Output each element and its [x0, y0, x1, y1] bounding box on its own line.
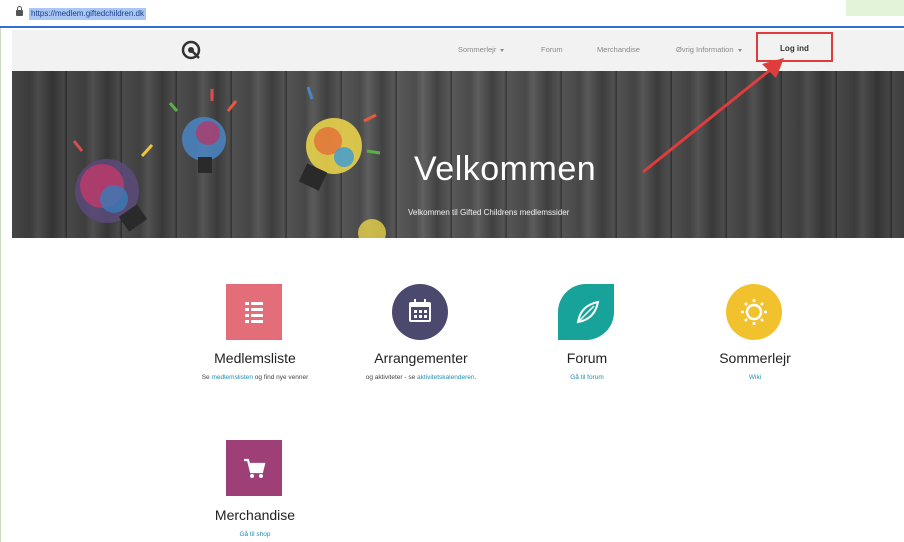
- forum-link[interactable]: Gå til forum: [570, 374, 604, 381]
- window-edge: [0, 0, 1, 542]
- desc-text: Se: [201, 374, 212, 381]
- aktivitetskalenderen-link[interactable]: aktivitetskalenderen: [417, 374, 474, 381]
- lightbulb-icon: [298, 86, 381, 191]
- tile-title: Forum: [566, 350, 608, 366]
- tile-sommerlejr[interactable]: Sommerlejr Wiki: [680, 284, 830, 384]
- tile-desc: Gå til shop: [180, 531, 330, 538]
- desc-text: og aktiviteter - se: [365, 374, 418, 381]
- lightbulb-icon: [72, 140, 154, 232]
- chevron-down-icon: [500, 48, 505, 52]
- lightbulb-icon: [168, 89, 238, 173]
- shop-link[interactable]: Gå til shop: [239, 531, 270, 538]
- tile-title: Merchandise: [214, 507, 296, 523]
- tile-forum[interactable]: Forum Gå til forum: [512, 284, 662, 384]
- desc-text: .: [474, 374, 477, 381]
- tile-title: Medlemsliste: [214, 350, 296, 366]
- address-bar[interactable]: https://medlem.giftedchildren.dk: [0, 0, 904, 28]
- tile-merchandise[interactable]: Merchandise Gå til shop: [180, 440, 330, 540]
- wiki-link[interactable]: Wiki: [749, 374, 761, 381]
- list-icon-box[interactable]: [226, 284, 282, 340]
- desc-text: og find nye venner: [253, 374, 309, 381]
- toolbar-area: [846, 0, 904, 16]
- leaf-icon-box[interactable]: [558, 284, 614, 340]
- hero-title: Velkommen: [414, 150, 597, 188]
- medlemslisten-link[interactable]: medlemslisten: [211, 374, 253, 381]
- cart-icon: [244, 458, 266, 478]
- nav-forum[interactable]: Forum: [541, 45, 563, 54]
- tile-title: Sommerlejr: [719, 350, 791, 366]
- nav-sommerlejr-label: Sommerlejr: [458, 45, 497, 54]
- cart-icon-box[interactable]: [226, 440, 282, 496]
- login-label: Log ind: [780, 44, 809, 53]
- nav-ovrig-label: Øvrig Information: [676, 45, 734, 54]
- site-logo-icon[interactable]: [180, 39, 202, 61]
- tile-title: Arrangementer: [374, 350, 468, 366]
- nav-ovrig-information[interactable]: Øvrig Information: [676, 45, 742, 54]
- tile-desc: og aktiviteter - se aktivitetskalenderen…: [346, 374, 496, 381]
- chevron-down-icon: [737, 48, 742, 52]
- tile-desc: Wiki: [680, 374, 830, 381]
- hero-banner: Velkommen Velkommen til Gifted Childrens…: [12, 71, 904, 238]
- tile-arrangementer[interactable]: Arrangementer og aktiviteter - se aktivi…: [346, 284, 496, 384]
- tile-desc: Se medlemslisten og find nye venner: [180, 374, 330, 381]
- nav-merchandise[interactable]: Merchandise: [597, 45, 640, 54]
- list-icon: [245, 302, 263, 323]
- sun-icon: [741, 299, 767, 325]
- calendar-icon: [409, 299, 431, 322]
- tile-desc: Gå til forum: [512, 374, 662, 381]
- lightbulb-icon: [358, 219, 386, 238]
- calendar-icon-box[interactable]: [392, 284, 448, 340]
- navbar: Sommerlejr Forum Merchandise Øvrig Infor…: [12, 30, 904, 71]
- tile-medlemsliste[interactable]: Medlemsliste Se medlemslisten og find ny…: [180, 284, 330, 384]
- lock-icon: [16, 6, 23, 16]
- url-text[interactable]: https://medlem.giftedchildren.dk: [29, 8, 146, 20]
- sun-icon-box[interactable]: [726, 284, 782, 340]
- hero-subtitle: Velkommen til Gifted Childrens medlemssi…: [408, 208, 570, 217]
- leaf-icon: [576, 300, 600, 324]
- nav-sommerlejr[interactable]: Sommerlejr: [458, 45, 505, 54]
- login-button[interactable]: Log ind: [756, 32, 833, 62]
